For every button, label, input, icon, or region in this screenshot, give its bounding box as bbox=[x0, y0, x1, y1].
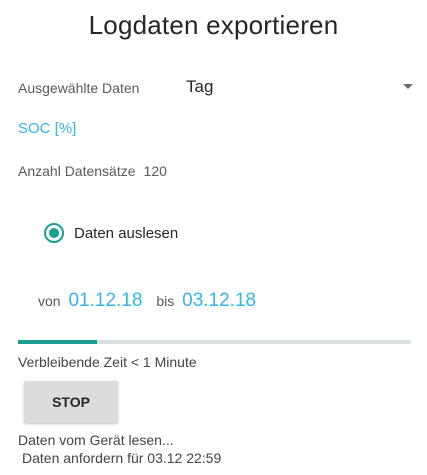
to-label: bis bbox=[156, 293, 175, 309]
data-selection-label: Ausgewählte Daten bbox=[18, 80, 140, 96]
read-data-label[interactable]: Daten auslesen bbox=[74, 225, 178, 242]
remaining-time: Verbleibende Zeit < 1 Minute bbox=[18, 354, 197, 370]
stop-button[interactable]: STOP bbox=[24, 381, 118, 423]
progress-fill bbox=[18, 340, 97, 344]
dropdown-arrow-icon[interactable] bbox=[403, 84, 413, 89]
page-title: Logdaten exportieren bbox=[88, 10, 339, 40]
from-label: von bbox=[38, 293, 61, 309]
from-date[interactable]: 01.12.18 bbox=[68, 290, 142, 311]
record-count-label: Anzahl Datensätze bbox=[18, 163, 136, 179]
record-count: Anzahl Datensätze 120 bbox=[18, 163, 167, 179]
data-selection-dropdown[interactable]: Ausgewählte Daten Tag bbox=[18, 76, 413, 100]
status-line-1: Daten vom Gerät lesen... bbox=[18, 432, 174, 448]
channel-link[interactable]: SOC [%] bbox=[18, 120, 76, 137]
progress-bar bbox=[18, 340, 411, 344]
radio-selected-icon[interactable] bbox=[44, 223, 64, 243]
status-line-2: Daten anfordern für 03.12 22:59 bbox=[22, 450, 222, 466]
date-range: von 01.12.18 bis 03.12.18 bbox=[38, 290, 266, 312]
record-count-value: 120 bbox=[143, 163, 167, 179]
to-date[interactable]: 03.12.18 bbox=[182, 290, 256, 311]
data-selection-value[interactable]: Tag bbox=[186, 77, 213, 97]
